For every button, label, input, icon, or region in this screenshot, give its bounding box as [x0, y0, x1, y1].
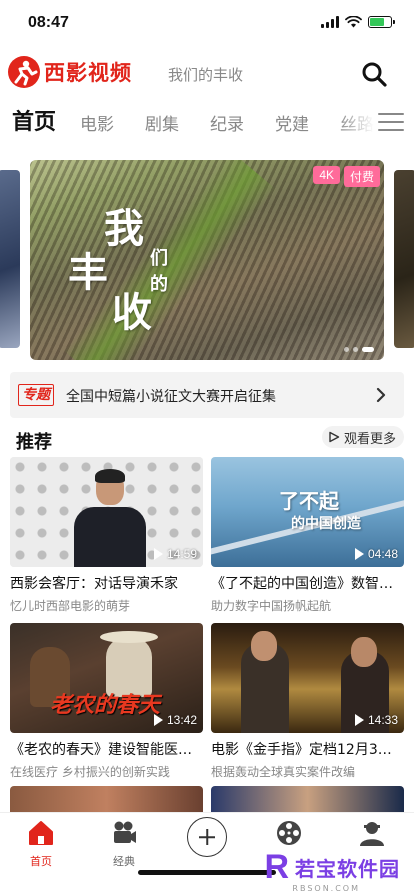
video-thumbnail[interactable]: 了不起 的中国创造 04:48 — [211, 457, 404, 567]
video-duration: 14:33 — [354, 713, 398, 727]
video-card[interactable]: 老农的春天 13:42 《老农的春天》建设智能医… 在线医疗 乡村振兴的创新实践 — [10, 623, 203, 780]
menu-icon[interactable] — [378, 110, 404, 134]
app-logo[interactable]: 西影视频 — [8, 56, 132, 88]
home-indicator — [138, 870, 276, 875]
video-title[interactable]: 西影会客厅：对话导演禾家 — [10, 573, 203, 593]
video-thumbnail[interactable]: 14:59 — [10, 457, 203, 567]
watermark-logo: R — [264, 848, 289, 886]
badge-paid: 付费 — [343, 166, 380, 187]
film-camera-icon — [114, 821, 136, 843]
play-outline-icon — [329, 431, 340, 443]
video-thumbnail[interactable]: 14:33 — [211, 623, 404, 733]
nav-classic[interactable]: 经典 — [94, 819, 154, 869]
video-duration: 13:42 — [153, 713, 197, 727]
banner-slide[interactable]: 我 们的 丰 收 4K 付费 — [30, 160, 384, 360]
play-icon — [354, 548, 364, 560]
nav-film[interactable] — [259, 819, 319, 851]
video-duration: 14:59 — [153, 547, 197, 561]
plus-icon[interactable] — [187, 817, 227, 857]
video-title[interactable]: 《了不起的中国创造》数智… — [211, 573, 404, 593]
cellular-signal-icon — [321, 16, 339, 28]
chevron-right-icon — [376, 387, 386, 403]
wifi-icon — [345, 16, 362, 28]
nav-profile[interactable] — [342, 819, 402, 851]
home-icon — [29, 821, 53, 845]
promo-banner[interactable]: 专题 全国中短篇小说征文大赛开启征集 — [10, 372, 404, 418]
logo-text: 西影视频 — [44, 62, 132, 85]
watermark-text: 若宝软件园 — [295, 856, 400, 881]
profile-icon — [360, 822, 384, 846]
carousel-indicator — [344, 347, 374, 352]
logo-runner-icon — [8, 56, 40, 88]
tab-movies[interactable]: 电影 — [80, 110, 114, 135]
status-time: 08:47 — [28, 14, 69, 31]
tab-home[interactable]: 首页 — [12, 104, 56, 136]
film-reel-icon — [277, 821, 301, 845]
video-card[interactable]: 14:33 电影《金手指》定档12月3… 根据轰动全球真实案件改编 — [211, 623, 404, 780]
interviewee-figure — [74, 469, 146, 567]
watermark: R 若宝软件园 RBSON.COM — [264, 848, 400, 893]
video-thumbnail[interactable]: 老农的春天 13:42 — [10, 623, 203, 733]
banner-carousel[interactable]: 我 们的 丰 收 4K 付费 — [0, 160, 414, 360]
play-icon — [153, 548, 163, 560]
tab-documentary[interactable]: 纪录 — [210, 110, 244, 135]
video-subtitle: 根据轰动全球真实案件改编 — [211, 765, 356, 779]
nav-home[interactable]: 首页 — [11, 819, 71, 869]
category-tabs: 首页 电影 剧集 纪录 党建 丝路 — [0, 104, 414, 140]
search-icon[interactable] — [360, 60, 388, 88]
video-duration: 04:48 — [354, 547, 398, 561]
video-subtitle: 忆儿时西部电影的萌芽 — [10, 599, 131, 613]
video-card[interactable]: 了不起 的中国创造 04:48 《了不起的中国创造》数智… 助力数字中国扬帆起航 — [211, 457, 404, 614]
play-icon — [153, 714, 163, 726]
tab-series[interactable]: 剧集 — [145, 110, 179, 135]
badge-4k: 4K — [313, 166, 340, 184]
section-title: 推荐 — [16, 432, 52, 453]
carousel-prev-card[interactable] — [0, 170, 20, 348]
video-title[interactable]: 《老农的春天》建设智能医… — [10, 739, 203, 759]
video-card[interactable]: 14:59 西影会客厅：对话导演禾家 忆儿时西部电影的萌芽 — [10, 457, 203, 614]
watermark-subtext: RBSON.COM — [292, 884, 360, 893]
status-bar: 08:47 — [0, 0, 414, 48]
battery-level-fill — [370, 18, 384, 26]
carousel-next-card[interactable] — [394, 170, 414, 348]
search-hint[interactable]: 我们的丰收 — [168, 64, 243, 85]
app-header: 西影视频 我们的丰收 — [0, 54, 414, 94]
recommend-header: 推荐 观看更多 — [0, 426, 414, 454]
see-more-button[interactable]: 观看更多 — [321, 426, 404, 448]
play-icon — [354, 714, 364, 726]
status-icons — [321, 16, 395, 28]
tab-party[interactable]: 党建 — [275, 110, 309, 135]
video-subtitle: 助力数字中国扬帆起航 — [211, 599, 332, 613]
promo-tag: 专题 — [18, 384, 54, 406]
video-title[interactable]: 电影《金手指》定档12月3… — [211, 739, 404, 759]
battery-icon — [368, 16, 395, 28]
video-subtitle: 在线医疗 乡村振兴的创新实践 — [10, 765, 170, 779]
promo-text: 全国中短篇小说征文大赛开启征集 — [66, 389, 276, 405]
